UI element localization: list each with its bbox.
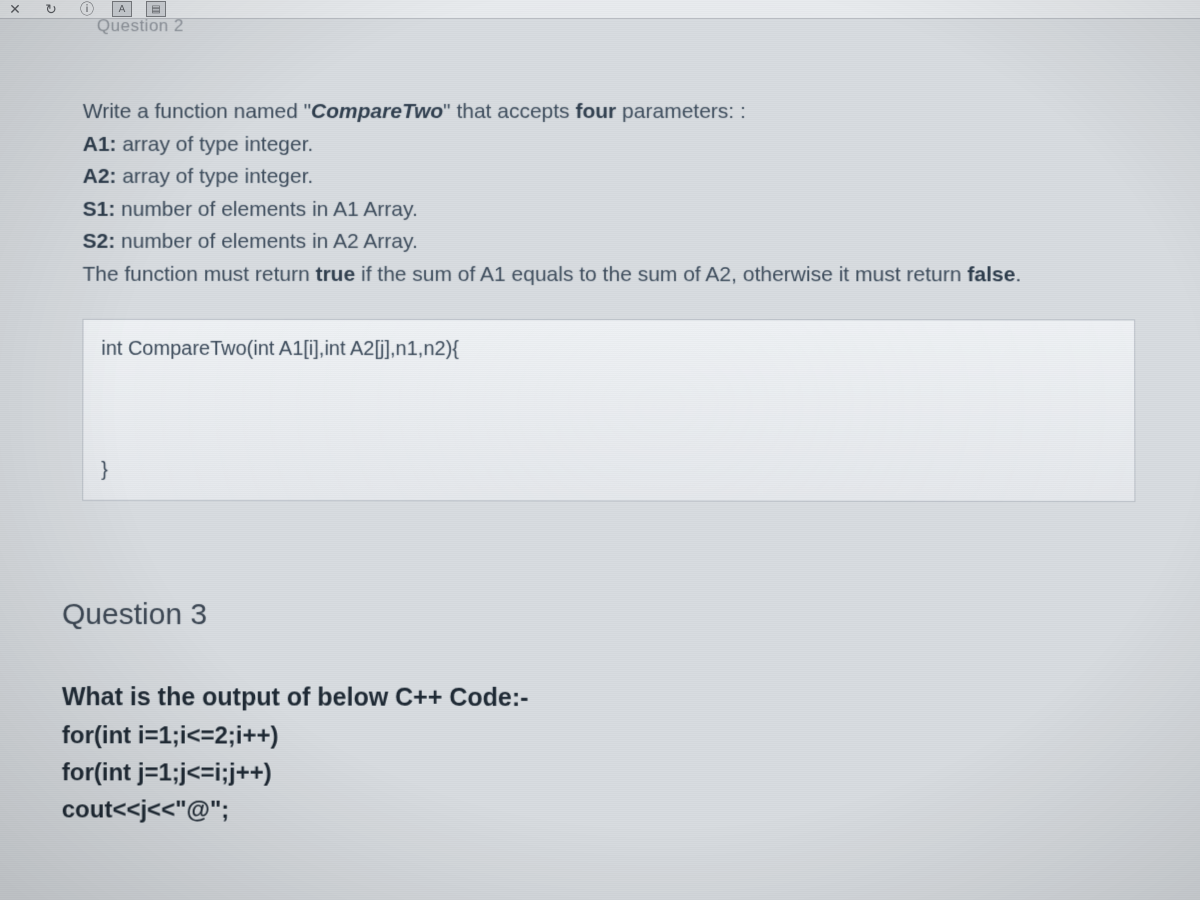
param-s2-text: number of elements in A2 Array. bbox=[115, 230, 418, 253]
q2-rule-false: false bbox=[967, 263, 1015, 286]
q2-rule-true: true bbox=[316, 263, 356, 286]
param-a1-label: A1: bbox=[83, 133, 117, 156]
param-s1-label: S1: bbox=[83, 198, 116, 221]
param-a2-label: A2: bbox=[83, 165, 117, 188]
param-a2: A2: array of type integer. bbox=[83, 161, 1161, 194]
q2-func-name: CompareTwo bbox=[311, 100, 443, 123]
q3-code-line-2: for(int j=1;j<=i;j++) bbox=[62, 754, 1162, 793]
q3-code-line-1: for(int i=1;i<=2;i++) bbox=[62, 717, 1162, 756]
param-s2: S2: number of elements in A2 Array. bbox=[83, 226, 1162, 259]
question-2-body: Write a function named "CompareTwo" that… bbox=[82, 96, 1161, 502]
q2-intro-pre: Write a function named " bbox=[83, 100, 311, 123]
q2-intro-mid: " that accepts bbox=[443, 100, 575, 123]
param-s1: S1: number of elements in A1 Array. bbox=[83, 194, 1161, 227]
question-2-header: Question 2 bbox=[97, 16, 184, 36]
close-icon[interactable]: ✕ bbox=[4, 0, 26, 18]
param-a2-text: array of type integer. bbox=[116, 165, 313, 188]
code-signature: int CompareTwo(int A1[i],int A2[j],n1,n2… bbox=[101, 334, 1116, 366]
question-3-block: Question 3 What is the output of below C… bbox=[62, 598, 1162, 831]
param-s1-text: number of elements in A1 Array. bbox=[115, 198, 418, 221]
code-closing-brace: } bbox=[101, 455, 108, 486]
question-3-prompt: What is the output of below C++ Code:- bbox=[62, 678, 1162, 719]
q2-four: four bbox=[575, 100, 616, 123]
param-a1: A1: array of type integer. bbox=[83, 129, 1161, 162]
q2-rule-post: . bbox=[1015, 263, 1021, 286]
q2-intro-post: parameters: : bbox=[616, 100, 746, 123]
param-a1-text: array of type integer. bbox=[116, 133, 313, 156]
q3-code-line-3: cout<<j<<"@"; bbox=[62, 791, 1162, 831]
q2-rule-mid: if the sum of A1 equals to the sum of A2… bbox=[355, 263, 967, 286]
q2-rule: The function must return true if the sum… bbox=[83, 259, 1162, 292]
q2-intro-line: Write a function named "CompareTwo" that… bbox=[83, 96, 1161, 129]
info-icon[interactable]: ⓘ bbox=[76, 0, 98, 18]
param-s2-label: S2: bbox=[83, 230, 116, 253]
q2-rule-pre: The function must return bbox=[83, 263, 316, 286]
question-3-title: Question 3 bbox=[62, 598, 1162, 634]
translate-icon[interactable]: A bbox=[112, 1, 132, 17]
reader-icon[interactable]: ▤ bbox=[146, 1, 166, 17]
refresh-icon[interactable]: ↻ bbox=[40, 0, 62, 18]
code-answer-box[interactable]: int CompareTwo(int A1[i],int A2[j],n1,n2… bbox=[82, 319, 1135, 502]
page-content: Question 2 Write a function named "Compa… bbox=[0, 18, 1200, 900]
